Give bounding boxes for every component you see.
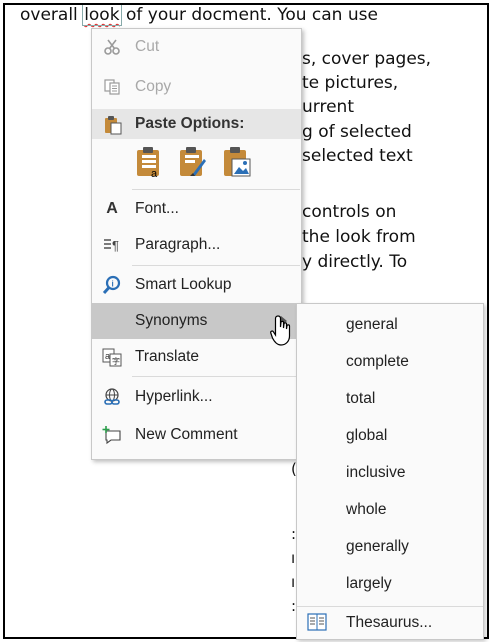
document-line-4: urrent (302, 97, 354, 117)
thesaurus-icon (307, 613, 327, 636)
menu-item-label: Paragraph... (135, 236, 221, 253)
menu-item-hyperlink[interactable]: Hyperlink... (92, 379, 301, 415)
submenu-separator (297, 606, 483, 607)
synonym-item-inclusive[interactable]: inclusive (346, 464, 405, 482)
menu-item-new-comment[interactable]: New Comment (92, 417, 301, 453)
copy-icon (92, 69, 132, 105)
context-menu: Cut Copy Paste Options: a A Font... ¶ Pa… (91, 28, 302, 460)
document-line-6: selected text (302, 146, 413, 166)
synonym-item-general[interactable]: general (346, 316, 398, 334)
menu-item-font[interactable]: A Font... (92, 191, 301, 227)
hyperlink-icon (92, 379, 132, 415)
svg-text:a: a (105, 351, 110, 361)
menu-item-label: Hyperlink... (135, 388, 213, 405)
paste-keep-source-button[interactable]: a (134, 145, 164, 180)
menu-item-smart-lookup[interactable]: i Smart Lookup (92, 267, 301, 303)
svg-text:i: i (112, 280, 114, 289)
synonym-item-total[interactable]: total (346, 390, 375, 408)
paragraph-icon: ¶ (92, 227, 132, 263)
paste-picture-icon (224, 147, 251, 177)
paste-picture-button[interactable] (221, 145, 253, 179)
smart-lookup-icon: i (92, 267, 132, 303)
menu-item-label: New Comment (135, 426, 238, 443)
paste-options-label: Paste Options: (135, 115, 245, 132)
document-line-1: overall look of your docment. You can us… (20, 5, 378, 26)
translate-icon: a字 (92, 339, 132, 375)
synonym-item-global[interactable]: global (346, 427, 387, 445)
svg-text:¶: ¶ (112, 238, 119, 253)
paste-options-header: Paste Options: (92, 109, 301, 139)
new-comment-icon (92, 417, 132, 453)
menu-item-label: Synonyms (135, 312, 208, 329)
menu-separator (132, 265, 300, 266)
menu-item-label: Font... (135, 200, 179, 217)
document-line-fragment: ı (291, 573, 296, 591)
paste-merge-format-button[interactable] (177, 145, 207, 179)
font-icon: A (106, 200, 118, 217)
svg-text:a: a (151, 168, 158, 179)
clipboard-icon (104, 115, 122, 140)
menu-item-cut[interactable]: Cut (92, 29, 301, 65)
document-line-5: g of selected (302, 122, 412, 142)
paste-merge-format-icon (180, 147, 206, 176)
menu-separator (132, 189, 300, 190)
menu-item-label: Smart Lookup (135, 276, 232, 293)
menu-item-label: Copy (135, 78, 172, 95)
selected-word[interactable]: look (82, 5, 122, 26)
document-line-fragment: ı (291, 549, 296, 567)
thesaurus-label: Thesaurus... (346, 614, 433, 631)
menu-separator (132, 376, 300, 377)
menu-item-copy[interactable]: Copy (92, 69, 301, 105)
document-line-7: controls on (302, 202, 397, 222)
document-text-prefix: overall (20, 5, 84, 25)
document-line-3: te pictures, (302, 73, 399, 93)
synonym-item-complete[interactable]: complete (346, 353, 409, 371)
synonym-item-largely[interactable]: largely (346, 575, 392, 593)
document-line-2: s, cover pages, (302, 49, 432, 69)
paste-keep-source-icon: a (137, 147, 159, 180)
synonym-item-whole[interactable]: whole (346, 501, 387, 519)
menu-item-paragraph[interactable]: ¶ Paragraph... (92, 227, 301, 263)
scissors-icon (92, 29, 132, 65)
menu-item-label: Translate (135, 348, 200, 365)
synonym-item-generally[interactable]: generally (346, 538, 409, 556)
menu-item-thesaurus[interactable]: Thesaurus... (297, 608, 483, 638)
menu-item-label: Cut (135, 38, 160, 55)
hand-cursor-icon (270, 314, 296, 353)
document-text-suffix: of your docment. You can use (120, 5, 378, 25)
svg-text:字: 字 (112, 356, 120, 366)
synonyms-submenu: general complete total global inclusive … (296, 303, 484, 640)
document-line-8: the look from (302, 227, 416, 247)
document-line-9: y directly. To (302, 252, 408, 272)
